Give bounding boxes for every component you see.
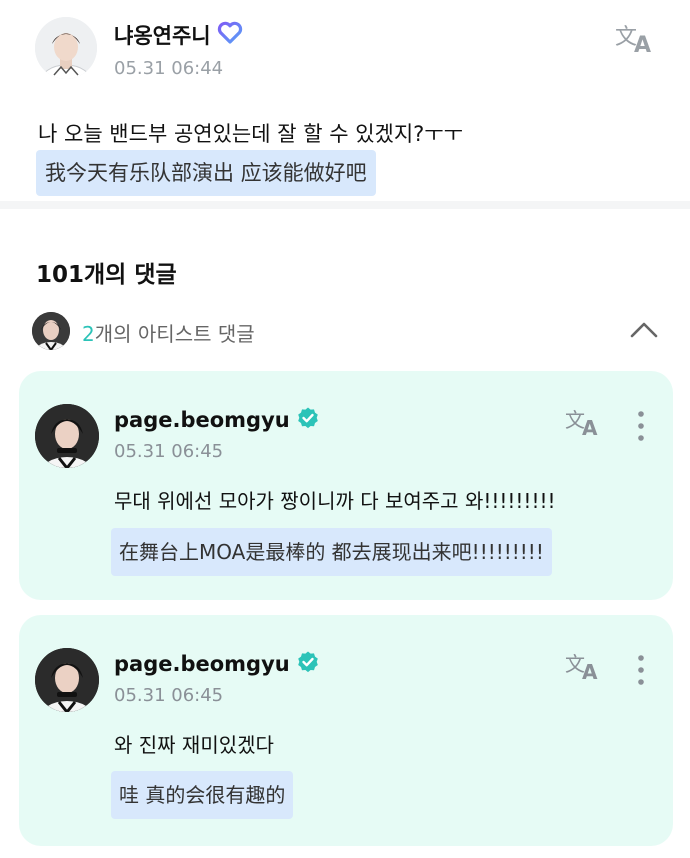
post: 냐옹연주니 05.31 06:44 文 A 나 오늘 밴드부 공연있는데 잘 할…	[0, 0, 690, 200]
commenter-name[interactable]: page.beomgyu	[114, 652, 290, 676]
comment-text: 무대 위에선 모아가 짱이니까 다 보여주고 와!!!!!!!!!	[114, 489, 556, 513]
comment-timestamp: 05.31 06:45	[114, 685, 224, 706]
artist-comment-card: page.beomgyu 05.31 06:45 文 A 와 진짜 재미있겠다 …	[19, 615, 673, 846]
section-divider	[0, 201, 690, 209]
artist-comment-card: page.beomgyu 05.31 06:45 文 A 무대 위에선 모아가 …	[19, 371, 673, 600]
commenter-avatar[interactable]	[35, 404, 99, 468]
artist-comments-text: 개의 아티스트 댓글	[94, 322, 255, 346]
artist-comments-toggle[interactable]: 2개의 아티스트 댓글	[0, 308, 690, 356]
chevron-up-icon[interactable]	[628, 316, 660, 344]
post-author-avatar[interactable]	[35, 17, 97, 79]
artist-comments-count: 2	[82, 322, 95, 346]
verified-check-icon	[296, 650, 320, 678]
post-text: 나 오늘 밴드부 공연있는데 잘 할 수 있겠지?ㅜㅜ	[38, 122, 463, 146]
post-author-name[interactable]: 냐옹연주니	[114, 20, 211, 50]
post-timestamp: 05.31 06:44	[114, 58, 224, 79]
commenter-name-row[interactable]: page.beomgyu	[114, 406, 320, 434]
comment-translation: 哇 真的会很有趣的	[111, 771, 294, 819]
translate-icon[interactable]: 文 A	[564, 651, 604, 684]
artist-comments-label[interactable]: 2개의 아티스트 댓글	[82, 318, 255, 347]
post-author[interactable]: 냐옹연주니	[114, 20, 243, 50]
translate-icon[interactable]: 文 A	[614, 22, 658, 58]
more-vertical-icon[interactable]	[631, 653, 651, 687]
translate-icon[interactable]: 文 A	[564, 407, 604, 440]
comment-count-heading: 101개의 댓글	[36, 262, 177, 288]
more-vertical-icon[interactable]	[631, 409, 651, 443]
verified-check-icon	[296, 406, 320, 434]
commenter-name[interactable]: page.beomgyu	[114, 408, 290, 432]
svg-text:A: A	[582, 660, 598, 683]
commenter-avatar[interactable]	[35, 648, 99, 712]
artist-avatar-small	[32, 312, 70, 350]
svg-text:A: A	[582, 416, 598, 439]
heart-badge-icon	[217, 21, 243, 49]
svg-text:A: A	[634, 33, 651, 56]
comment-timestamp: 05.31 06:45	[114, 441, 224, 462]
post-translation: 我今天有乐队部演出 应该能做好吧	[36, 150, 376, 196]
commenter-name-row[interactable]: page.beomgyu	[114, 650, 320, 678]
comment-text: 와 진짜 재미있겠다	[114, 733, 274, 757]
comment-translation: 在舞台上MOA是最棒的 都去展现出来吧!!!!!!!!!	[111, 528, 552, 576]
